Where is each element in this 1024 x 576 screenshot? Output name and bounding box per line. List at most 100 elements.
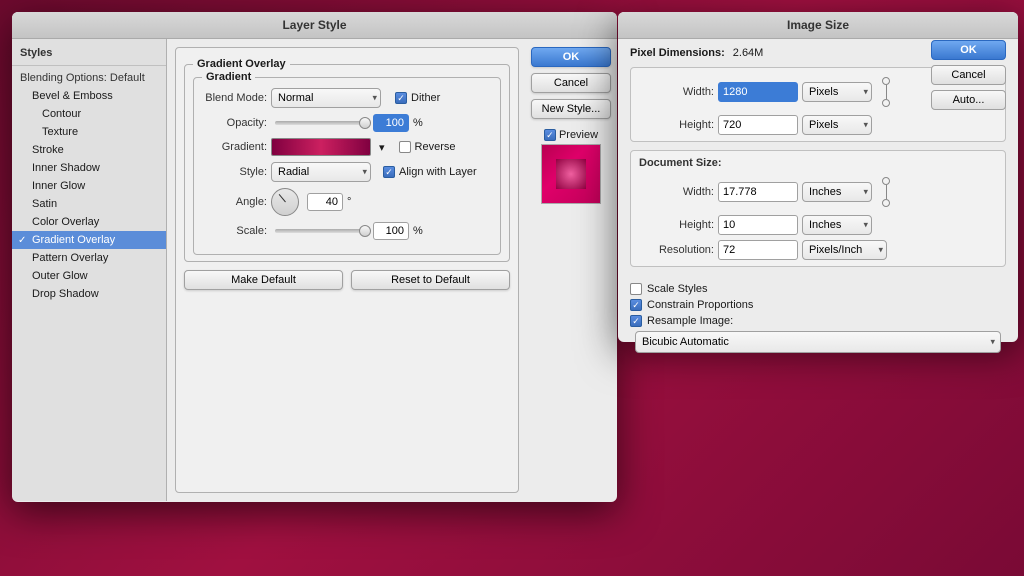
make-default-button[interactable]: Make Default bbox=[184, 270, 343, 290]
doc-height-row: Height: Inches bbox=[639, 215, 997, 235]
opacity-thumb[interactable] bbox=[359, 117, 371, 129]
gradient-label: Gradient: bbox=[202, 141, 267, 153]
doc-width-unit-select[interactable]: Inches bbox=[802, 182, 872, 202]
doc-width-label: Width: bbox=[639, 186, 714, 198]
align-layer-label: Align with Layer bbox=[399, 166, 477, 178]
resolution-unit-wrap: Pixels/Inch bbox=[802, 240, 887, 260]
styles-header: Styles bbox=[12, 43, 166, 66]
height-input[interactable] bbox=[718, 115, 798, 135]
reset-to-default-button[interactable]: Reset to Default bbox=[351, 270, 510, 290]
ok-button[interactable]: OK bbox=[531, 47, 611, 67]
gradient-overlay-panel: Gradient Overlay Gradient Blend Mode: No… bbox=[175, 47, 519, 493]
constrain-proportions-checkbox[interactable]: ✓ bbox=[630, 299, 642, 311]
dither-checkbox[interactable]: ✓ bbox=[395, 92, 407, 104]
blend-mode-select[interactable]: Normal bbox=[271, 88, 381, 108]
sidebar-item-blending[interactable]: Blending Options: Default bbox=[12, 69, 166, 87]
is-cancel-button[interactable]: Cancel bbox=[931, 65, 1006, 85]
scale-input[interactable] bbox=[373, 222, 409, 240]
scale-slider[interactable] bbox=[275, 229, 365, 233]
sidebar-item-drop-shadow[interactable]: Drop Shadow bbox=[12, 285, 166, 303]
layer-style-dialog: Layer Style Styles Blending Options: Def… bbox=[12, 12, 617, 502]
preview-label: Preview bbox=[559, 129, 598, 141]
gradient-arrow[interactable]: ▾ bbox=[379, 141, 385, 154]
reverse-label: Reverse bbox=[415, 141, 456, 153]
resample-method-wrap: Bicubic Automatic Bicubic Bicubic Smooth… bbox=[635, 331, 1001, 353]
reverse-checkbox-wrap: Reverse bbox=[399, 141, 456, 153]
ls-action-buttons: OK Cancel New Style... ✓ Preview bbox=[527, 39, 617, 501]
doc-height-unit-wrap: Inches bbox=[802, 215, 872, 235]
constrain-proportions-label: Constrain Proportions bbox=[647, 299, 753, 311]
opacity-percent: % bbox=[413, 117, 423, 129]
sidebar-item-contour[interactable]: Contour bbox=[12, 105, 166, 123]
is-auto-button[interactable]: Auto... bbox=[931, 90, 1006, 110]
height-unit-wrap: Pixels bbox=[802, 115, 872, 135]
doc-chain-icon bbox=[878, 174, 894, 210]
style-select[interactable]: Radial bbox=[271, 162, 371, 182]
resolution-unit-select[interactable]: Pixels/Inch bbox=[802, 240, 887, 260]
sidebar-item-stroke[interactable]: Stroke bbox=[12, 141, 166, 159]
resolution-label: Resolution: bbox=[639, 244, 714, 256]
sidebar-item-color-overlay[interactable]: Color Overlay bbox=[12, 213, 166, 231]
angle-needle bbox=[278, 194, 285, 202]
sidebar-item-bevel[interactable]: Bevel & Emboss bbox=[12, 87, 166, 105]
new-style-button[interactable]: New Style... bbox=[531, 99, 611, 119]
sidebar-item-inner-glow[interactable]: Inner Glow bbox=[12, 177, 166, 195]
scale-styles-checkbox[interactable] bbox=[630, 283, 642, 295]
preview-checkbox[interactable]: ✓ bbox=[544, 129, 556, 141]
gradient-subsection-title: Gradient bbox=[202, 71, 255, 83]
scale-label: Scale: bbox=[202, 225, 267, 237]
scale-thumb[interactable] bbox=[359, 225, 371, 237]
document-size-group: Document Size: Width: Inches Height: bbox=[630, 150, 1006, 267]
height-label: Height: bbox=[639, 119, 714, 131]
doc-width-row: Width: Inches bbox=[639, 174, 997, 210]
align-layer-checkbox[interactable]: ✓ bbox=[383, 166, 395, 178]
scale-styles-label: Scale Styles bbox=[647, 283, 708, 295]
doc-size-title: Document Size: bbox=[639, 157, 997, 169]
height-row: Height: Pixels bbox=[639, 115, 997, 135]
angle-input[interactable] bbox=[307, 193, 343, 211]
doc-width-unit-wrap: Inches bbox=[802, 182, 872, 202]
layer-style-sidebar: Styles Blending Options: Default Bevel &… bbox=[12, 39, 167, 501]
angle-label: Angle: bbox=[202, 196, 267, 208]
blend-mode-label: Blend Mode: bbox=[202, 92, 267, 104]
doc-height-input[interactable] bbox=[718, 215, 798, 235]
gradient-overlay-title: Gradient Overlay bbox=[193, 58, 290, 70]
preview-area: ✓ Preview bbox=[531, 129, 611, 204]
preview-box bbox=[541, 144, 601, 204]
is-ok-button[interactable]: OK bbox=[931, 40, 1006, 60]
resample-method-select[interactable]: Bicubic Automatic Bicubic Bicubic Smooth… bbox=[635, 331, 1001, 353]
dither-checkbox-wrap: ✓ Dither bbox=[395, 92, 440, 104]
angle-dial[interactable] bbox=[271, 188, 299, 216]
pixel-dimensions-label: Pixel Dimensions: bbox=[630, 47, 725, 59]
layer-style-title: Layer Style bbox=[12, 12, 617, 39]
doc-width-input[interactable] bbox=[718, 182, 798, 202]
resolution-row: Resolution: Pixels/Inch bbox=[639, 240, 997, 260]
opacity-input[interactable] bbox=[373, 114, 409, 132]
constrain-proportions-row: ✓ Constrain Proportions bbox=[630, 299, 1006, 311]
resample-image-checkbox[interactable]: ✓ bbox=[630, 315, 642, 327]
angle-degree: ° bbox=[347, 196, 351, 208]
doc-height-unit-select[interactable]: Inches bbox=[802, 215, 872, 235]
image-size-dialog: Image Size OK Cancel Auto... Pixel Dimen… bbox=[618, 12, 1018, 342]
width-unit-select[interactable]: Pixels bbox=[802, 82, 872, 102]
sidebar-item-gradient-overlay[interactable]: Gradient Overlay bbox=[12, 231, 166, 249]
bottom-section: Scale Styles ✓ Constrain Proportions ✓ R… bbox=[618, 283, 1018, 361]
sidebar-item-texture[interactable]: Texture bbox=[12, 123, 166, 141]
sidebar-item-outer-glow[interactable]: Outer Glow bbox=[12, 267, 166, 285]
pixel-dimensions-value: 2.64M bbox=[733, 47, 764, 59]
reverse-checkbox[interactable] bbox=[399, 141, 411, 153]
preview-check-row: ✓ Preview bbox=[544, 129, 598, 141]
sidebar-item-satin[interactable]: Satin bbox=[12, 195, 166, 213]
width-unit-wrap: Pixels bbox=[802, 82, 872, 102]
sidebar-item-inner-shadow[interactable]: Inner Shadow bbox=[12, 159, 166, 177]
resample-image-row: ✓ Resample Image: bbox=[630, 315, 1006, 327]
gradient-preview[interactable] bbox=[271, 138, 371, 156]
height-unit-select[interactable]: Pixels bbox=[802, 115, 872, 135]
opacity-label: Opacity: bbox=[202, 117, 267, 129]
doc-height-label: Height: bbox=[639, 219, 714, 231]
opacity-slider[interactable] bbox=[275, 121, 365, 125]
resolution-input[interactable] bbox=[718, 240, 798, 260]
width-input[interactable] bbox=[718, 82, 798, 102]
sidebar-item-pattern-overlay[interactable]: Pattern Overlay bbox=[12, 249, 166, 267]
cancel-button[interactable]: Cancel bbox=[531, 73, 611, 93]
